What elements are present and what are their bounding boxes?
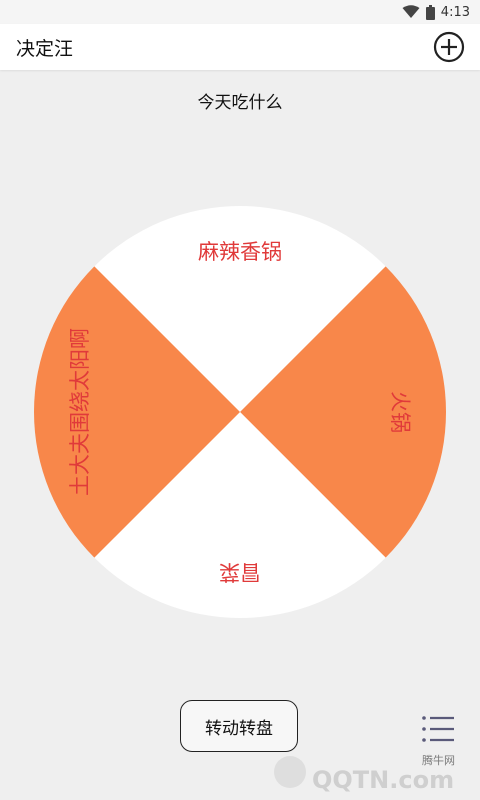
wheel-segment-label: 冒菜 (219, 560, 261, 584)
watermark: 腾牛网 QQTN.com (274, 753, 455, 794)
plus-circle-icon (433, 31, 465, 63)
add-button[interactable] (432, 30, 466, 64)
spin-wheel[interactable]: 麻辣香锅火锅冒菜 土大夫围绕太阳啊 (32, 204, 448, 620)
app-bar: 决定汪 (0, 24, 480, 70)
status-bar: 4:13 (0, 0, 480, 24)
status-icons: 4:13 (402, 3, 470, 21)
menu-button[interactable] (418, 712, 458, 746)
battery-icon (425, 4, 435, 20)
wheel-segment-label: 麻辣香锅 (198, 240, 282, 264)
wifi-icon (402, 5, 420, 18)
app-title: 决定汪 (16, 38, 74, 60)
status-time: 4:13 (440, 4, 470, 20)
wheel-segment-label: 土大夫围绕太阳啊 (68, 328, 92, 496)
page-title: 今天吃什么 (197, 93, 283, 113)
watermark-brand: QQTN.com (312, 766, 454, 794)
list-icon (422, 716, 454, 742)
watermark-site: 腾牛网 (422, 753, 455, 767)
spin-button[interactable]: 转动转盘 (180, 700, 298, 752)
wheel-segment-label: 火锅 (388, 391, 412, 433)
watermark-logo-icon (274, 756, 306, 788)
